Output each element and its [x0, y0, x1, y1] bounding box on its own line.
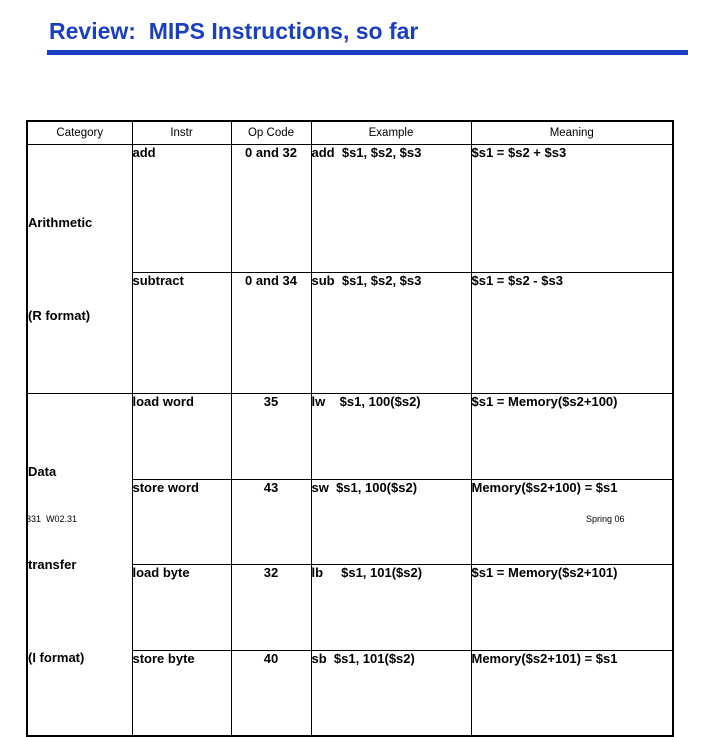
category-line: Arithmetic	[28, 215, 93, 230]
instr-cell: subtract	[131, 272, 232, 394]
column-header-meaning: Meaning	[470, 120, 674, 145]
category-cell-arithmetic: Arithmetic (R format)	[26, 144, 133, 394]
meaning-cell: $s1 = Memory($s2+100)	[470, 393, 674, 480]
meaning-cell: Memory($s2+101) = $s1	[470, 649, 674, 737]
column-header-instr: Instr	[131, 120, 232, 145]
footer-term: Spring 06	[586, 514, 625, 524]
meaning-cell: $s1 = Memory($s2+101)	[470, 564, 674, 651]
table-header-row: Category Instr Op Code Example Meaning	[26, 120, 674, 145]
table-row: Data transfer (I format) load word 35 lw…	[26, 393, 674, 737]
column-header-category: Category	[26, 120, 133, 145]
instr-cell: store word	[131, 478, 232, 566]
page-title: Review: MIPS Instructions, so far	[49, 18, 419, 44]
footer-slide-id: 331 W02.31	[26, 514, 78, 524]
instr-cell: add	[131, 143, 232, 274]
table-body: Arithmetic (R format) add 0 and 32 add $…	[26, 143, 674, 737]
category-line: (I format)	[28, 650, 85, 665]
meaning-cell: Memory($s2+100) = $s1	[470, 478, 674, 566]
opcode-cell: 32	[230, 564, 312, 651]
meaning-cell: $s1 = $s2 - $s3	[470, 272, 674, 394]
opcode-cell: 35	[230, 393, 312, 480]
example-cell: lb $s1, 101($s2)	[310, 564, 472, 651]
column-header-example: Example	[310, 120, 472, 145]
category-cell-data-transfer: Data transfer (I format)	[26, 393, 133, 737]
opcode-cell: 0 and 34	[230, 272, 312, 394]
title-underline-rule	[47, 50, 688, 55]
opcode-cell: 43	[230, 478, 312, 566]
example-cell: sb $s1, 101($s2)	[310, 649, 472, 737]
mips-instruction-table: Category Instr Op Code Example Meaning A…	[26, 120, 674, 737]
instr-cell: load word	[131, 393, 232, 480]
example-cell: lw $s1, 100($s2)	[310, 393, 472, 480]
category-line: transfer	[28, 557, 77, 572]
opcode-cell: 0 and 32	[230, 143, 312, 274]
example-cell: add $s1, $s2, $s3	[310, 143, 472, 274]
meaning-cell: $s1 = $s2 + $s3	[470, 143, 674, 274]
instruction-table-container: Category Instr Op Code Example Meaning A…	[26, 120, 674, 737]
category-line: Data	[28, 464, 57, 479]
instr-cell-highlighted: store byte	[131, 649, 232, 737]
category-line: (R format)	[28, 308, 91, 323]
opcode-cell: 40	[230, 649, 312, 737]
example-cell: sw $s1, 100($s2)	[310, 478, 472, 566]
example-cell: sub $s1, $s2, $s3	[310, 272, 472, 394]
table-row: Arithmetic (R format) add 0 and 32 add $…	[26, 143, 674, 394]
column-header-opcode: Op Code	[230, 120, 312, 145]
instr-cell-highlighted: load byte	[131, 564, 232, 651]
